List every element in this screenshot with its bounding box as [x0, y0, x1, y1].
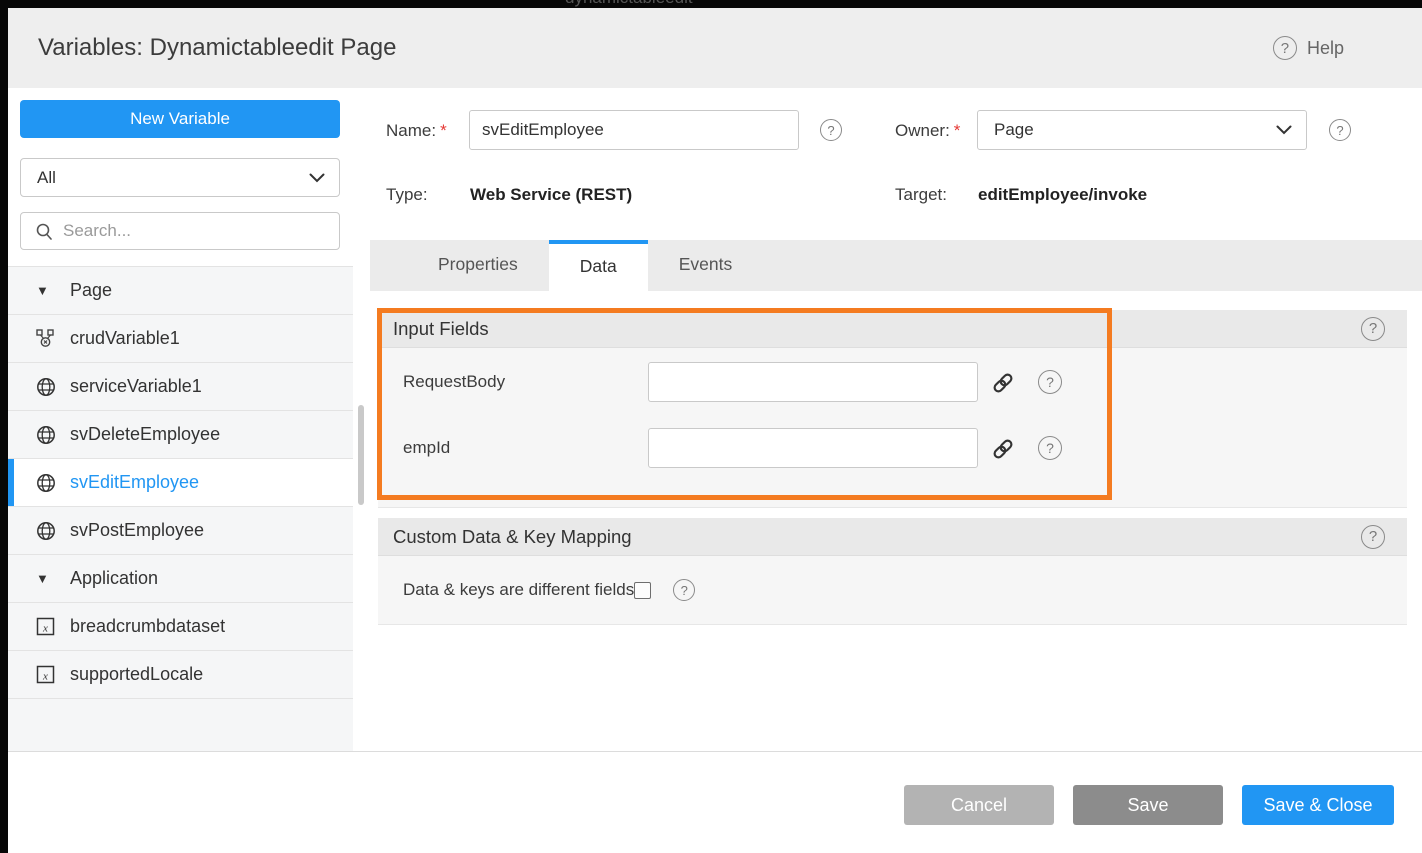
input-fields-body: RequestBody ? empId	[378, 348, 1407, 508]
list-item-label: breadcrumbdataset	[70, 616, 225, 637]
input-field-row-empid: empId ?	[378, 428, 1407, 468]
chevron-down-icon	[309, 173, 325, 183]
list-item-servicevariable1[interactable]: serviceVariable1	[8, 363, 353, 411]
type-value: Web Service (REST)	[470, 185, 632, 205]
variable-form: Name:* ? Owner:* Page ? Type: Web Servic…	[370, 88, 1422, 240]
list-item-supportedlocale[interactable]: x supportedLocale	[8, 651, 353, 699]
empid-input[interactable]	[648, 428, 978, 468]
list-item-label: svEditEmployee	[70, 472, 199, 493]
list-item-label: crudVariable1	[70, 328, 180, 349]
name-input[interactable]	[469, 110, 799, 150]
custom-mapping-body: Data & keys are different fields ?	[378, 556, 1407, 625]
tab-properties[interactable]: Properties	[407, 240, 549, 291]
list-item-svdeleteemployee[interactable]: svDeleteEmployee	[8, 411, 353, 459]
backdrop: dynamictableedit	[0, 0, 1422, 8]
variables-dialog: Variables: Dynamictableedit Page ? Help …	[8, 8, 1422, 853]
search-icon	[35, 222, 53, 240]
cancel-button[interactable]: Cancel	[904, 785, 1054, 825]
search-input[interactable]	[63, 221, 329, 241]
sidebar-scrollbar[interactable]	[358, 405, 364, 505]
input-field-row-requestbody: RequestBody ?	[378, 362, 1407, 402]
caret-down-icon: ▼	[36, 571, 58, 586]
help-label: Help	[1307, 38, 1344, 59]
input-fields-section: Input Fields ? RequestBody ?	[378, 310, 1407, 508]
name-help-icon[interactable]: ?	[820, 119, 842, 141]
owner-label: Owner:*	[895, 121, 960, 141]
variables-sidebar: New Variable All ▼ Page crudVaria	[8, 88, 370, 751]
new-variable-button[interactable]: New Variable	[20, 100, 340, 138]
section-help-icon[interactable]: ?	[1361, 525, 1385, 549]
field-label: RequestBody	[403, 372, 505, 392]
detail-tabs: PropertiesDataEvents	[370, 240, 1422, 291]
group-label: Page	[70, 280, 112, 301]
globe-icon	[36, 425, 58, 445]
section-title: Input Fields	[393, 318, 489, 340]
variable-search	[20, 212, 340, 250]
list-item-crudvariable1[interactable]: crudVariable1	[8, 315, 353, 363]
different-fields-row: Data & keys are different fields ?	[403, 579, 695, 601]
caret-down-icon: ▼	[36, 283, 58, 298]
type-label: Type:	[386, 185, 428, 205]
section-help-icon[interactable]: ?	[1361, 317, 1385, 341]
list-item-sveditemployee[interactable]: svEditEmployee	[8, 459, 353, 507]
data-tab-content: Input Fields ? RequestBody ?	[370, 291, 1422, 751]
variable-detail-panel: Name:* ? Owner:* Page ? Type: Web Servic…	[370, 88, 1422, 751]
chevron-down-icon	[1276, 125, 1292, 135]
variable-filter-select[interactable]: All	[20, 158, 340, 197]
list-item-label: supportedLocale	[70, 664, 203, 685]
checkbox-label: Data & keys are different fields	[403, 580, 634, 600]
target-label: Target:	[895, 185, 947, 205]
dialog-title: Variables: Dynamictableedit Page	[38, 34, 396, 62]
tab-events[interactable]: Events	[648, 240, 764, 291]
group-row-page[interactable]: ▼ Page	[8, 267, 353, 315]
save-button[interactable]: Save	[1073, 785, 1223, 825]
field-help-icon[interactable]: ?	[1038, 436, 1062, 460]
required-asterisk: *	[954, 121, 961, 140]
tab-data[interactable]: Data	[549, 240, 648, 291]
globe-icon	[36, 377, 58, 397]
target-value: editEmployee/invoke	[978, 185, 1147, 205]
owner-selected-value: Page	[994, 120, 1276, 140]
dialog-header: Variables: Dynamictableedit Page ? Help	[8, 8, 1422, 88]
svg-text:x: x	[42, 671, 48, 683]
different-fields-checkbox[interactable]	[634, 582, 651, 599]
owner-help-icon[interactable]: ?	[1329, 119, 1351, 141]
help-icon: ?	[1273, 36, 1297, 60]
owner-select[interactable]: Page	[977, 110, 1307, 150]
variable-icon: x	[36, 617, 58, 636]
variable-list: ▼ Page crudVariable1 serviceVariable1	[8, 266, 353, 752]
dialog-footer: Cancel Save Save & Close	[8, 751, 1422, 853]
list-item-label: svPostEmployee	[70, 520, 204, 541]
bind-link-icon[interactable]	[990, 436, 1016, 462]
globe-icon	[36, 521, 58, 541]
group-label: Application	[70, 568, 158, 589]
backdrop-app-text: dynamictableedit	[565, 0, 693, 8]
field-help-icon[interactable]: ?	[1038, 370, 1062, 394]
save-and-close-button[interactable]: Save & Close	[1242, 785, 1394, 825]
list-item-breadcrumbdataset[interactable]: x breadcrumbdataset	[8, 603, 353, 651]
input-fields-header: Input Fields ?	[378, 310, 1407, 348]
crud-icon	[36, 329, 58, 348]
bind-link-icon[interactable]	[990, 370, 1016, 396]
filter-selected-value: All	[37, 168, 309, 188]
name-label: Name:*	[386, 121, 447, 141]
group-row-application[interactable]: ▼ Application	[8, 555, 353, 603]
variable-icon: x	[36, 665, 58, 684]
list-item-svpostemployee[interactable]: svPostEmployee	[8, 507, 353, 555]
field-label: empId	[403, 438, 450, 458]
globe-icon	[36, 473, 58, 493]
section-title: Custom Data & Key Mapping	[393, 526, 632, 548]
custom-mapping-header: Custom Data & Key Mapping ?	[378, 518, 1407, 556]
requestbody-input[interactable]	[648, 362, 978, 402]
custom-mapping-section: Custom Data & Key Mapping ? Data & keys …	[378, 518, 1407, 625]
svg-text:x: x	[42, 623, 48, 635]
list-item-label: svDeleteEmployee	[70, 424, 220, 445]
help-button[interactable]: ? Help	[1273, 36, 1344, 60]
list-item-label: serviceVariable1	[70, 376, 202, 397]
required-asterisk: *	[440, 121, 447, 140]
checkbox-help-icon[interactable]: ?	[673, 579, 695, 601]
